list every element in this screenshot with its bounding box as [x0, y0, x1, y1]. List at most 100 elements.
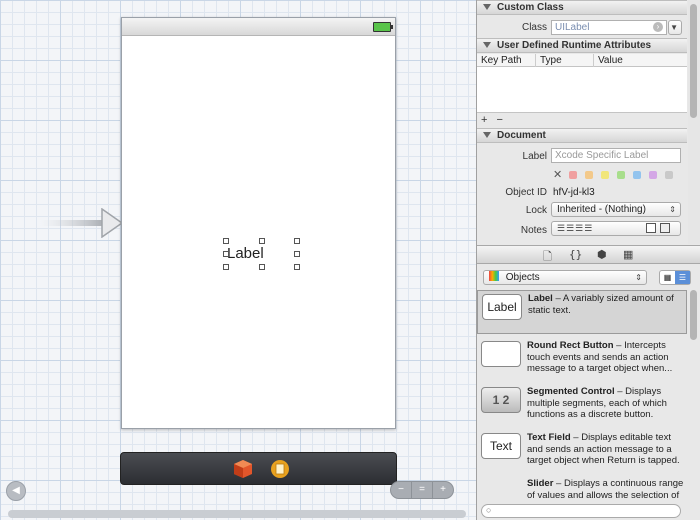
chevron-updown-icon: ⇕ [669, 205, 676, 214]
runtime-attributes-table[interactable] [477, 67, 687, 113]
justify-icon[interactable]: ☰ [584, 223, 593, 233]
chevron-updown-icon: ⇕ [635, 273, 642, 282]
color-swatch[interactable] [665, 171, 673, 179]
runtime-attributes-header[interactable]: User Defined Runtime Attributes [477, 38, 687, 53]
xcode-label-placeholder: Xcode Specific Label [555, 150, 649, 161]
selected-label[interactable]: Label [223, 238, 300, 270]
view-mode-toggle[interactable]: ▦ ☰ [659, 270, 691, 285]
view-controller-icon[interactable] [270, 459, 290, 479]
library-filter-popup[interactable]: Objects ⇕ [483, 270, 647, 285]
code-snippet-tab-icon[interactable]: {} [569, 248, 582, 261]
lock-popup[interactable]: Inherited - (Nothing) ⇕ [551, 202, 681, 217]
object-library-tab-icon[interactable]: ⬢ [597, 248, 607, 261]
library-tab-bar: 🗋 {} ⬢ ▦ [477, 245, 700, 264]
horizontal-scrollbar[interactable] [8, 510, 466, 518]
align-right-icon[interactable]: ☰ [575, 223, 584, 233]
column-value[interactable]: Value [593, 54, 623, 67]
storyboard-canvas[interactable]: Label ◀ − = + [0, 0, 476, 520]
document-header[interactable]: Document [477, 128, 687, 143]
table-buttons: + − [481, 114, 503, 126]
library-icon [489, 271, 499, 281]
section-title: Custom Class [497, 2, 564, 13]
color-swatch[interactable] [633, 171, 641, 179]
resize-handle[interactable] [223, 238, 229, 244]
file-template-tab-icon[interactable]: 🗋 [543, 248, 552, 267]
column-type[interactable]: Type [535, 54, 562, 67]
section-title: Document [497, 130, 546, 141]
media-library-tab-icon[interactable]: ▦ [623, 248, 633, 261]
resize-handle[interactable] [294, 238, 300, 244]
library-filter-value: Objects [505, 272, 540, 283]
library-item-name: Label [528, 293, 553, 304]
lock-value: Inherited - (Nothing) [557, 204, 646, 215]
library-item-name: Text Field [527, 432, 571, 443]
library-item[interactable]: Text Text Field – Displays editable text … [477, 430, 687, 474]
entry-point-arrow [40, 208, 124, 238]
first-responder-icon[interactable] [233, 459, 253, 479]
no-color-icon[interactable] [646, 223, 656, 233]
library-item-icon: Text [481, 433, 521, 459]
remove-attribute-button[interactable]: − [497, 114, 503, 126]
library-item-name: Slider [527, 478, 554, 489]
status-bar [122, 18, 395, 36]
zoom-out-button[interactable]: − [391, 482, 412, 498]
back-button[interactable]: ◀ [6, 481, 26, 501]
disclosure-triangle-icon [483, 42, 491, 48]
notes-format-bar[interactable]: ☰☰☰☰ [551, 221, 681, 236]
column-key-path[interactable]: Key Path [477, 54, 522, 67]
object-id-label: Object ID [505, 187, 547, 198]
library-search-field[interactable]: ○ [481, 504, 681, 518]
class-dropdown-button[interactable]: ▼ [668, 20, 682, 35]
color-well-icon[interactable] [660, 223, 670, 233]
library-item-icon [481, 479, 521, 505]
resize-handle[interactable] [223, 251, 229, 257]
zoom-in-button[interactable]: + [433, 482, 453, 498]
library-item-icon: Label [482, 294, 522, 320]
icon-view-icon[interactable]: ▦ [660, 271, 675, 284]
library-item-icon: 1 2 [481, 387, 521, 413]
battery-icon [373, 22, 393, 32]
color-swatch[interactable] [569, 171, 577, 179]
lock-label: Lock [525, 205, 547, 216]
class-field[interactable]: UILabel › [551, 20, 667, 35]
zoom-control[interactable]: − = + [390, 481, 454, 499]
clear-color-icon[interactable]: ✕ [553, 168, 562, 181]
class-value: UILabel [555, 22, 590, 33]
library-item[interactable]: 1 2 Segmented Control – Displays multiple… [477, 384, 687, 428]
resize-handle[interactable] [294, 251, 300, 257]
view-controller-scene[interactable]: Label [121, 17, 396, 429]
add-attribute-button[interactable]: + [481, 114, 487, 126]
color-swatch[interactable] [649, 171, 657, 179]
color-swatch[interactable] [601, 171, 609, 179]
resize-handle[interactable] [294, 264, 300, 270]
disclosure-triangle-icon [483, 4, 491, 10]
library-scrollbar[interactable] [690, 290, 697, 340]
library-item-name: Round Rect Button [527, 340, 614, 351]
resize-handle[interactable] [259, 264, 265, 270]
color-swatch[interactable] [617, 171, 625, 179]
document-label-label: Label [522, 151, 547, 162]
resize-handle[interactable] [223, 264, 229, 270]
align-left-icon[interactable]: ☰ [557, 223, 566, 233]
library-item-name: Segmented Control [527, 386, 615, 397]
inspector-panel: Custom Class Class UILabel › ▼ User Defi… [476, 0, 700, 520]
library-item[interactable]: Round Rect Button – Intercepts touch eve… [477, 338, 687, 382]
class-label: Class [521, 22, 547, 33]
list-view-icon[interactable]: ☰ [675, 271, 690, 284]
notes-label: Notes [520, 225, 547, 236]
custom-class-header[interactable]: Custom Class [477, 0, 687, 15]
align-center-icon[interactable]: ☰ [566, 223, 575, 233]
object-id-value: hfV-jd-kl3 [553, 187, 595, 198]
scene-dock [120, 452, 397, 485]
inspector-scrollbar[interactable] [690, 4, 697, 118]
library-item[interactable]: Label Label – A variably sized amount of … [477, 290, 687, 334]
go-arrow-icon[interactable]: › [653, 22, 663, 32]
library-item-icon [481, 341, 521, 367]
color-swatch[interactable] [585, 171, 593, 179]
xcode-label-field[interactable]: Xcode Specific Label [551, 148, 681, 163]
section-title: User Defined Runtime Attributes [497, 40, 652, 51]
chevron-down-icon: ▼ [670, 23, 678, 32]
runtime-attributes-table-header: Key Path Type Value [477, 54, 687, 67]
zoom-reset-button[interactable]: = [412, 482, 433, 498]
resize-handle[interactable] [259, 238, 265, 244]
